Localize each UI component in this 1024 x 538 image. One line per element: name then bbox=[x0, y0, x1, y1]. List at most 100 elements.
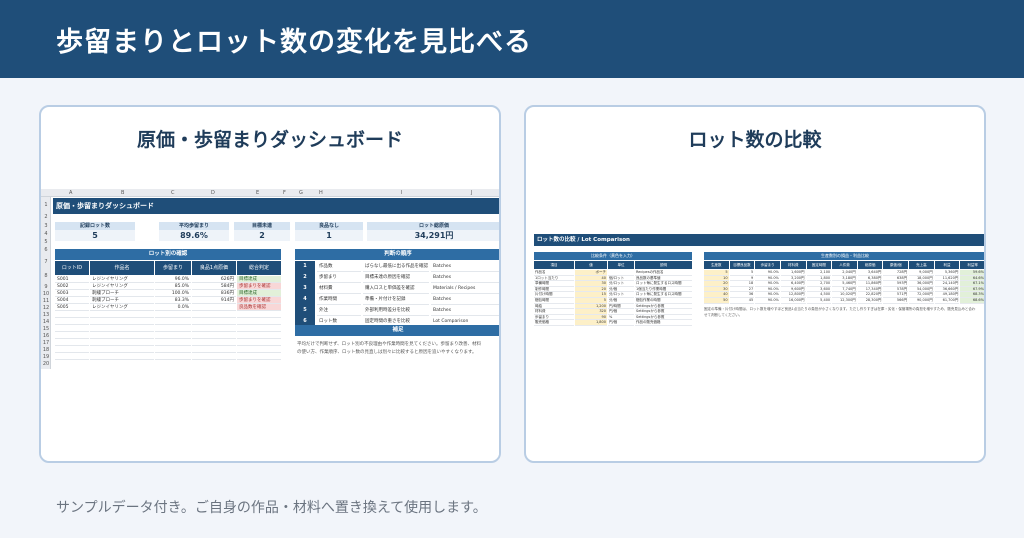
empty-cell bbox=[155, 339, 191, 346]
kpi-value: 2 bbox=[234, 230, 290, 241]
kpi-value: 5 bbox=[55, 230, 135, 241]
lot-cell-judge: 歩留まりを確認 bbox=[237, 283, 281, 290]
lot-cell-name: 刺繍ブローチ bbox=[90, 290, 154, 297]
lot-cell-judge: 歩留まりを確認 bbox=[237, 297, 281, 304]
step-number: 2 bbox=[295, 272, 315, 283]
lot-cell-judge: 良品数を確認 bbox=[237, 304, 281, 311]
empty-cell bbox=[192, 332, 236, 339]
empty-cell bbox=[55, 332, 89, 339]
lot-cell-name: レジンイヤリング bbox=[90, 276, 154, 283]
empty-cell bbox=[192, 346, 236, 353]
row-number: 10 bbox=[42, 291, 50, 297]
sheet-title: 原価・歩留まりダッシュボード bbox=[53, 198, 499, 214]
lot-cell-yield: 0.0% bbox=[155, 304, 191, 311]
cond-col-header: 説明 bbox=[635, 261, 692, 269]
kpi-value: 34,291円 bbox=[367, 230, 499, 241]
result-section-header: 生産数別の損益・利益比較 bbox=[704, 252, 984, 260]
step-item: 作業時間 bbox=[317, 294, 361, 305]
col-letter: E bbox=[256, 190, 260, 196]
lot-cell-judge: 目標達成 bbox=[237, 276, 281, 283]
empty-cell bbox=[155, 353, 191, 360]
column-header-bar: A B C D E F G H I J bbox=[41, 189, 499, 197]
step-desc: 購入ロスと単価差を確認 bbox=[363, 283, 429, 294]
lot-cell-cost: 914円 bbox=[192, 297, 236, 304]
lot-section-header: ロット別の確認 bbox=[55, 249, 281, 260]
kpi-value: 1 bbox=[295, 230, 363, 241]
step-number: 4 bbox=[295, 294, 315, 305]
result-col-header: 利益率 bbox=[960, 261, 984, 269]
condition-cell: 円/個 bbox=[608, 320, 634, 326]
col-letter: A bbox=[69, 190, 73, 196]
condition-cell: 作品の販売価格 bbox=[635, 320, 692, 326]
step-item: 歩留まり bbox=[317, 272, 361, 283]
dashboard-card-title: 原価・歩留まりダッシュボード bbox=[136, 129, 403, 151]
condition-cell: 販売価格 bbox=[534, 320, 574, 326]
empty-cell bbox=[55, 353, 89, 360]
result-cell: 566円 bbox=[883, 298, 909, 304]
step-desc: ばらなし最低に出る作品を確認 bbox=[363, 261, 429, 272]
kpi-label: 平均歩留まり bbox=[159, 222, 229, 230]
empty-cell bbox=[192, 353, 236, 360]
dashboard-spreadsheet: A B C D E F G H I J 1 2 3 4 5 6 7 8 9 10… bbox=[41, 189, 499, 457]
lot-col-header: 歩留まり bbox=[155, 261, 191, 275]
empty-cell bbox=[237, 325, 281, 332]
comparison-note-line: 固定の準備・片付け時間は、ロット数を増やすほど良品1点当たりの負担が小さくなりま… bbox=[704, 307, 976, 311]
row-number: 16 bbox=[42, 333, 50, 339]
result-cell: 5,400 bbox=[806, 298, 832, 304]
lot-cell-cost bbox=[192, 304, 236, 311]
empty-cell bbox=[192, 311, 236, 318]
kpi-label: 記録ロット数 bbox=[55, 222, 135, 230]
lot-cell-yield: 96.0% bbox=[155, 276, 191, 283]
row-number: 17 bbox=[42, 340, 50, 346]
step-desc: 準備・片付けを記録 bbox=[363, 294, 429, 305]
row-number: 8 bbox=[44, 273, 48, 279]
condition-cell[interactable]: 1,800 bbox=[575, 320, 607, 326]
result-col-header: 人件費 bbox=[832, 261, 857, 269]
step-item: 作品数 bbox=[317, 261, 361, 272]
step-number: 3 bbox=[295, 283, 315, 294]
step-item: 材料費 bbox=[317, 283, 361, 294]
empty-cell bbox=[155, 325, 191, 332]
empty-cell bbox=[55, 339, 89, 346]
lot-cell-id: S002 bbox=[55, 283, 89, 290]
result-cell: 90,000円 bbox=[909, 298, 934, 304]
lot-comparison-card: ロット数の比較 ロット数の比較 / Lot Comparison 比較条件（黄色… bbox=[524, 105, 986, 463]
lot-cell-id: S001 bbox=[55, 276, 89, 283]
result-cell: 45 bbox=[729, 298, 755, 304]
result-cell: 28,300円 bbox=[857, 298, 883, 304]
footer-caption: サンプルデータ付き。ご自身の作品・材料へ置き換えて使用します。 bbox=[56, 500, 487, 516]
result-col-header: 固定時間 bbox=[806, 261, 832, 269]
kpi-label: 良品なし bbox=[295, 222, 363, 230]
col-letter: F bbox=[283, 190, 286, 196]
row-number: 1 bbox=[44, 202, 48, 208]
lot-cell-cost: 836円 bbox=[192, 290, 236, 297]
empty-cell bbox=[155, 346, 191, 353]
result-col-header: 目標良品数 bbox=[729, 261, 755, 269]
kpi-value: 89.6% bbox=[159, 230, 229, 241]
order-section-header: 判断の順序 bbox=[295, 249, 499, 260]
lot-sheet-title: ロット数の比較 / Lot Comparison bbox=[534, 234, 984, 246]
row-number: 20 bbox=[42, 361, 50, 367]
col-letter: D bbox=[211, 190, 215, 196]
row-number: 4 bbox=[44, 231, 48, 237]
row-number: 18 bbox=[42, 347, 50, 353]
row-number: 14 bbox=[42, 319, 50, 325]
cond-col-header: 値 bbox=[575, 261, 607, 269]
cond-col-header: 単位 bbox=[608, 261, 634, 269]
empty-cell bbox=[192, 318, 236, 325]
empty-cell bbox=[237, 353, 281, 360]
row-number: 9 bbox=[44, 284, 48, 290]
row-number: 13 bbox=[42, 312, 50, 318]
row-number: 5 bbox=[44, 239, 48, 245]
result-cell: 90.0% bbox=[755, 298, 780, 304]
result-cell[interactable]: 50 bbox=[704, 298, 729, 304]
empty-cell bbox=[192, 339, 236, 346]
row-number: 12 bbox=[42, 305, 50, 311]
row-number: 15 bbox=[42, 326, 50, 332]
lot-spreadsheet: ロット数の比較 / Lot Comparison 比較条件（黄色を入力） 項目 … bbox=[526, 224, 984, 344]
empty-cell bbox=[192, 325, 236, 332]
lot-cell-name: レジンイヤリング bbox=[90, 304, 154, 311]
col-letter: H bbox=[319, 190, 323, 196]
col-letter: G bbox=[299, 190, 303, 196]
result-cell: 16,000円 bbox=[780, 298, 806, 304]
